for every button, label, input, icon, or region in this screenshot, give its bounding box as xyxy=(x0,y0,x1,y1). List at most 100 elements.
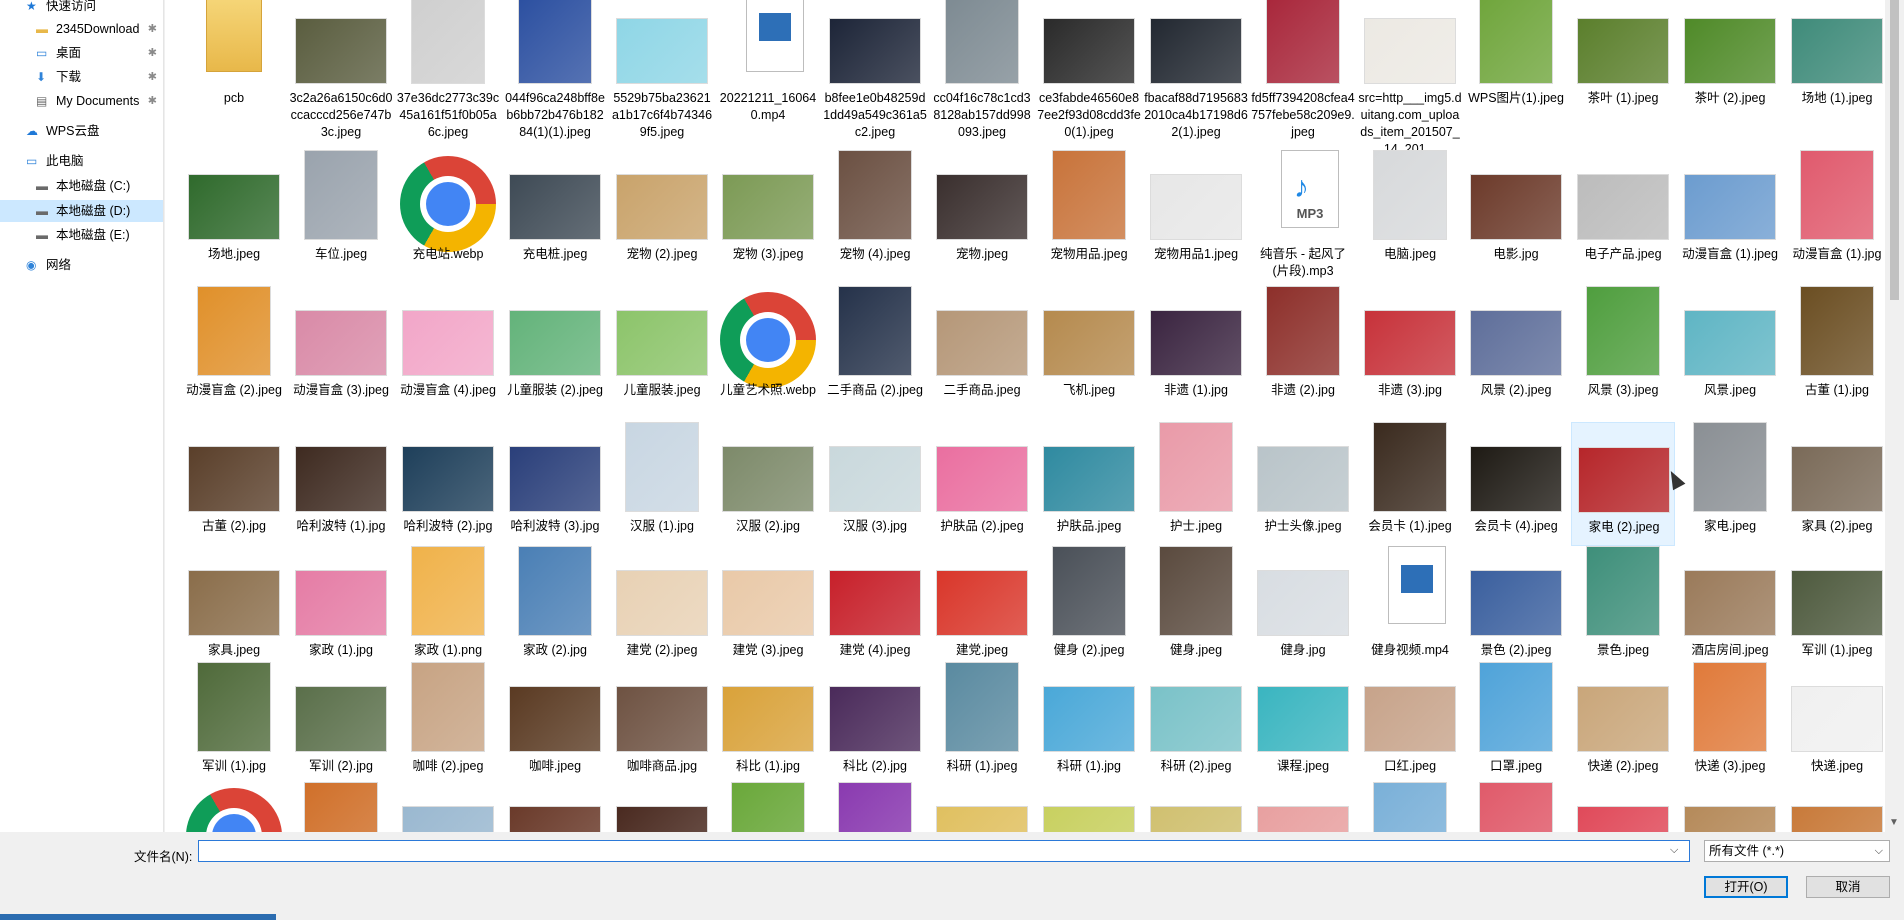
file-tile[interactable]: 健身 (2).jpeg xyxy=(1037,546,1141,670)
file-tile[interactable] xyxy=(1144,782,1248,832)
file-tile[interactable] xyxy=(1571,782,1675,832)
file-tile[interactable]: ♪ MP3 纯音乐 - 起风了 (片段).mp3 xyxy=(1251,150,1355,278)
file-tile[interactable]: 哈利波特 (3).jpg xyxy=(503,422,607,546)
file-tile[interactable]: 动漫盲盒 (1).jpeg xyxy=(1678,150,1782,274)
file-tile[interactable]: cc04f16c78c1cd38128ab157dd998093.jpeg xyxy=(930,0,1034,139)
file-tile[interactable]: 二手商品.jpeg xyxy=(930,286,1034,410)
file-tile[interactable]: 科研 (1).jpeg xyxy=(930,662,1034,786)
file-tile[interactable]: 快递.jpeg xyxy=(1785,662,1885,786)
file-tile[interactable]: 古董 (2).jpg xyxy=(182,422,286,546)
file-tile[interactable]: 军训 (1).jpeg xyxy=(1785,546,1885,670)
file-tile[interactable]: 动漫盲盒 (4).jpeg xyxy=(396,286,500,410)
file-tile[interactable]: 课程.jpeg xyxy=(1251,662,1355,786)
file-tile[interactable]: 哈利波特 (2).jpg xyxy=(396,422,500,546)
file-tile[interactable]: 口罩.jpeg xyxy=(1464,662,1568,786)
file-tile[interactable]: ce3fabde46560e87ee2f93d08cdd3fe0(1).jpeg xyxy=(1037,0,1141,139)
file-tile[interactable]: 风景.jpeg xyxy=(1678,286,1782,410)
nav-item[interactable]: ▭ 此电脑 xyxy=(0,150,163,172)
nav-item[interactable]: ▬ 本地磁盘 (E:) xyxy=(0,224,163,246)
file-tile[interactable]: 快递 (3).jpeg xyxy=(1678,662,1782,786)
file-tile[interactable]: 军训 (2).jpg xyxy=(289,662,393,786)
filename-input[interactable] xyxy=(198,840,1690,862)
file-tile[interactable]: 建党.jpeg xyxy=(930,546,1034,670)
file-tile[interactable] xyxy=(823,782,927,832)
file-tile[interactable]: 汉服 (1).jpg xyxy=(610,422,714,546)
file-tile[interactable] xyxy=(610,782,714,832)
file-tile[interactable]: src=http___img5.duitang.com_uploads_item… xyxy=(1358,0,1462,156)
file-tile[interactable]: 044f96ca248bff8eb6bb72b476b18284(1)(1).j… xyxy=(503,0,607,139)
file-tile[interactable] xyxy=(716,782,820,832)
file-tile[interactable]: 咖啡 (2).jpeg xyxy=(396,662,500,786)
file-tile[interactable]: 咖啡.jpeg xyxy=(503,662,607,786)
file-tile[interactable]: 护士头像.jpeg xyxy=(1251,422,1355,546)
file-tile[interactable]: 5529b75ba23621a1b17c6f4b743469f5.jpeg xyxy=(610,0,714,139)
open-button[interactable]: 打开(O) xyxy=(1704,876,1788,898)
file-tile[interactable]: 汉服 (2).jpg xyxy=(716,422,820,546)
file-tile[interactable]: 动漫盲盒 (2).jpeg xyxy=(182,286,286,410)
file-tile[interactable]: 咖啡商品.jpg xyxy=(610,662,714,786)
file-tile[interactable]: 景色 (2).jpeg xyxy=(1464,546,1568,670)
file-tile[interactable]: 口红.jpeg xyxy=(1358,662,1462,786)
file-tile[interactable]: 宠物 (3).jpeg xyxy=(716,150,820,274)
file-tile[interactable]: 儿童服装.jpeg xyxy=(610,286,714,410)
nav-item[interactable]: ▬ 本地磁盘 (C:) xyxy=(0,175,163,197)
file-tile[interactable]: 建党 (3).jpeg xyxy=(716,546,820,670)
file-tile[interactable] xyxy=(396,782,500,832)
file-tile[interactable]: 科研 (2).jpeg xyxy=(1144,662,1248,786)
vertical-scrollbar[interactable]: ▼ xyxy=(1885,0,1904,832)
nav-item[interactable]: ▤ My Documents ✱ xyxy=(0,90,163,112)
file-tile[interactable]: 场地 (1).jpeg xyxy=(1785,0,1885,118)
file-tile[interactable] xyxy=(1358,782,1462,832)
nav-item[interactable]: ▬ 本地磁盘 (D:) xyxy=(0,200,163,222)
file-tile[interactable]: 宠物 (4).jpeg xyxy=(823,150,927,274)
nav-item[interactable]: ★ 快速访问 xyxy=(0,0,163,17)
file-tile[interactable]: 酒店房间.jpeg xyxy=(1678,546,1782,670)
cancel-button[interactable]: 取消 xyxy=(1806,876,1890,898)
file-tile[interactable]: 古董 (1).jpg xyxy=(1785,286,1885,410)
file-tile[interactable]: 充电桩.jpeg xyxy=(503,150,607,274)
file-tile[interactable]: 建党 (2).jpeg xyxy=(610,546,714,670)
file-tile[interactable]: 非遗 (3).jpg xyxy=(1358,286,1462,410)
nav-item[interactable]: ▬ 2345Download ✱ xyxy=(0,18,163,40)
nav-item[interactable]: ☁ WPS云盘 xyxy=(0,120,163,142)
nav-item[interactable]: ▭ 桌面 ✱ xyxy=(0,42,163,64)
file-tile[interactable]: 宠物 (2).jpeg xyxy=(610,150,714,274)
file-tile[interactable]: pcb xyxy=(182,0,286,118)
file-tile[interactable]: 飞机.jpeg xyxy=(1037,286,1141,410)
file-tile[interactable]: 宠物用品.jpeg xyxy=(1037,150,1141,274)
file-tile[interactable]: 二手商品 (2).jpeg xyxy=(823,286,927,410)
file-tile[interactable]: 宠物用品1.jpeg xyxy=(1144,150,1248,274)
file-tile[interactable]: 健身.jpg xyxy=(1251,546,1355,670)
nav-item[interactable]: ◉ 网络 xyxy=(0,254,163,276)
filename-dropdown-icon[interactable]: ⌵ xyxy=(1670,844,1678,857)
file-tile[interactable]: 家政 (1).jpg xyxy=(289,546,393,670)
file-tile[interactable]: 充电站.webp xyxy=(396,150,500,274)
file-tile[interactable]: 电影.jpg xyxy=(1464,150,1568,274)
file-tile[interactable] xyxy=(1785,782,1885,832)
file-tile[interactable]: 家具 (2).jpeg xyxy=(1785,422,1885,546)
file-tile[interactable] xyxy=(182,782,286,832)
file-tile[interactable]: 车位.jpeg xyxy=(289,150,393,274)
file-tile[interactable]: 军训 (1).jpg xyxy=(182,662,286,786)
file-tile[interactable]: 非遗 (1).jpg xyxy=(1144,286,1248,410)
file-tile[interactable]: 非遗 (2).jpg xyxy=(1251,286,1355,410)
file-tile[interactable]: 快递 (2).jpeg xyxy=(1571,662,1675,786)
file-tile[interactable]: b8fee1e0b48259d1dd49a549c361a5c2.jpeg xyxy=(823,0,927,139)
file-tile[interactable]: 茶叶 (1).jpeg xyxy=(1571,0,1675,118)
file-tile[interactable]: 家政 (1).png xyxy=(396,546,500,670)
file-tile[interactable]: 家具.jpeg xyxy=(182,546,286,670)
file-tile[interactable] xyxy=(930,782,1034,832)
file-tile[interactable]: 风景 (3).jpeg xyxy=(1571,286,1675,410)
file-tile[interactable]: 动漫盲盒 (3).jpeg xyxy=(289,286,393,410)
file-tile[interactable] xyxy=(1037,782,1141,832)
file-tile[interactable]: 家电 (2).jpeg xyxy=(1571,422,1675,546)
file-tile[interactable]: 儿童艺术照.webp xyxy=(716,286,820,410)
file-tile[interactable]: 家政 (2).jpg xyxy=(503,546,607,670)
scrollbar-thumb[interactable] xyxy=(1890,0,1899,300)
file-tile[interactable]: 会员卡 (4).jpeg xyxy=(1464,422,1568,546)
file-tile[interactable]: 科比 (2).jpg xyxy=(823,662,927,786)
file-tile[interactable]: 20221211_160640.mp4 xyxy=(716,0,820,122)
file-tile[interactable]: 健身视频.mp4 xyxy=(1358,546,1462,670)
file-tile[interactable]: 会员卡 (1).jpeg xyxy=(1358,422,1462,546)
file-tile[interactable]: 汉服 (3).jpg xyxy=(823,422,927,546)
